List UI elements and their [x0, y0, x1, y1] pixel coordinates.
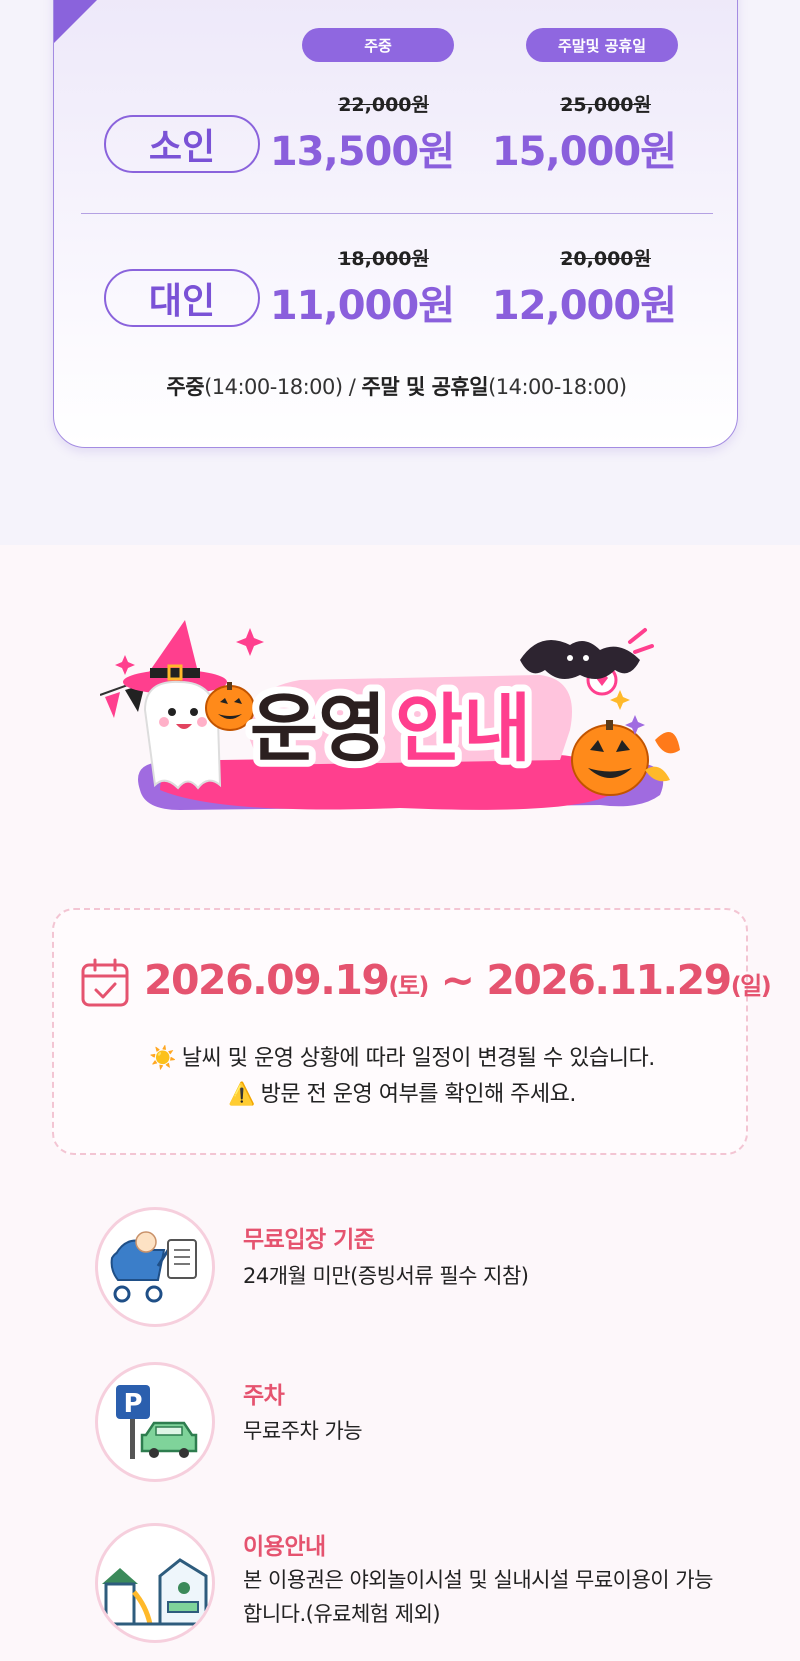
weekday-hours-label: 주중	[166, 375, 205, 399]
free-entry-text: 24개월 미만(증빙서류 필수 지참)	[243, 1264, 529, 1288]
visit-notice-text: 방문 전 운영 여부를 확인해 주세요.	[260, 1082, 577, 1107]
weather-notice-text: 날씨 및 운영 상황에 따라 일정이 변경될 수 있습니다.	[181, 1046, 655, 1071]
adult-weekday-price: 11,000원	[269, 283, 455, 329]
halloween-banner-art: 운영 운영 안내 안내	[99, 620, 680, 810]
end-date: 2026.11.29	[486, 956, 732, 1004]
date-range: 2026.09.19(토) ~ 2026.11.29(일)	[144, 956, 772, 1004]
weekend-badge: 주말및 공휴일	[526, 28, 678, 62]
adult-weekend-price: 12,000원	[491, 283, 677, 329]
parking-text: 무료주차 가능	[243, 1419, 363, 1443]
bat-icon	[520, 640, 640, 679]
weekday-badge: 주중	[302, 28, 454, 62]
operating-hours: 주중(14:00-18:00) / 주말 및 공휴일(14:00-18:00)	[54, 371, 737, 401]
usage-info-text: 본 이용권은 야외놀이시설 및 실내시설 무료이용이 가능합니다.(유료체험 제…	[243, 1568, 713, 1626]
weekday-hours-time: (14:00-18:00)	[204, 375, 343, 399]
start-day: (토)	[388, 972, 429, 1000]
date-range-separator: ~	[427, 956, 487, 1004]
row-divider	[81, 213, 713, 214]
banner-text-part1: 운영	[250, 686, 386, 772]
child-weekend-price: 15,000원	[491, 129, 677, 175]
playground-icon	[95, 1523, 215, 1643]
hours-separator: /	[342, 375, 362, 399]
svg-text:P: P	[123, 1389, 142, 1419]
parking-title: 주차	[243, 1383, 285, 1409]
price-card: 주중 주말및 공휴일 소인 22,000원 13,500원 25,000원 15…	[53, 0, 738, 448]
small-pumpkin-icon	[205, 685, 255, 731]
banner-text-part2: 안내	[395, 686, 531, 772]
weekend-hours-time: (14:00-18:00)	[488, 375, 627, 399]
weekend-hours-label: 주말 및 공휴일	[361, 375, 489, 399]
visit-notice: ⚠️ 방문 전 운영 여부를 확인해 주세요.	[54, 1076, 750, 1108]
adult-weekend-old-price: 20,000원	[560, 248, 651, 270]
parking-icon: P	[95, 1362, 215, 1482]
warning-icon: ⚠️	[228, 1082, 255, 1107]
weather-notice: ☀️ 날씨 및 운영 상황에 따라 일정이 변경될 수 있습니다.	[54, 1040, 750, 1072]
start-date: 2026.09.19	[144, 956, 390, 1004]
child-weekday-old-price: 22,000원	[338, 94, 429, 116]
usage-info-title: 이용안내	[243, 1534, 326, 1560]
calendar-check-icon	[81, 958, 129, 1007]
adult-label: 대인	[104, 269, 260, 327]
price-section: 주중 주말및 공휴일 소인 22,000원 13,500원 25,000원 15…	[0, 0, 800, 545]
adult-weekday-old-price: 18,000원	[338, 248, 429, 270]
schedule-box: 2026.09.19(토) ~ 2026.11.29(일) ☀️ 날씨 및 운영…	[52, 908, 772, 1155]
child-weekend-old-price: 25,000원	[560, 94, 651, 116]
sun-icon: ☀️	[149, 1046, 177, 1071]
free-entry-title: 무료입장 기준	[243, 1227, 375, 1253]
child-weekday-price: 13,500원	[269, 129, 455, 175]
end-day: (일)	[730, 972, 772, 1000]
child-label: 소인	[104, 115, 260, 173]
corner-ribbon	[54, 0, 116, 43]
operation-info-banner: 운영 운영 안내 안내	[99, 620, 700, 820]
stroller-icon	[95, 1207, 215, 1327]
